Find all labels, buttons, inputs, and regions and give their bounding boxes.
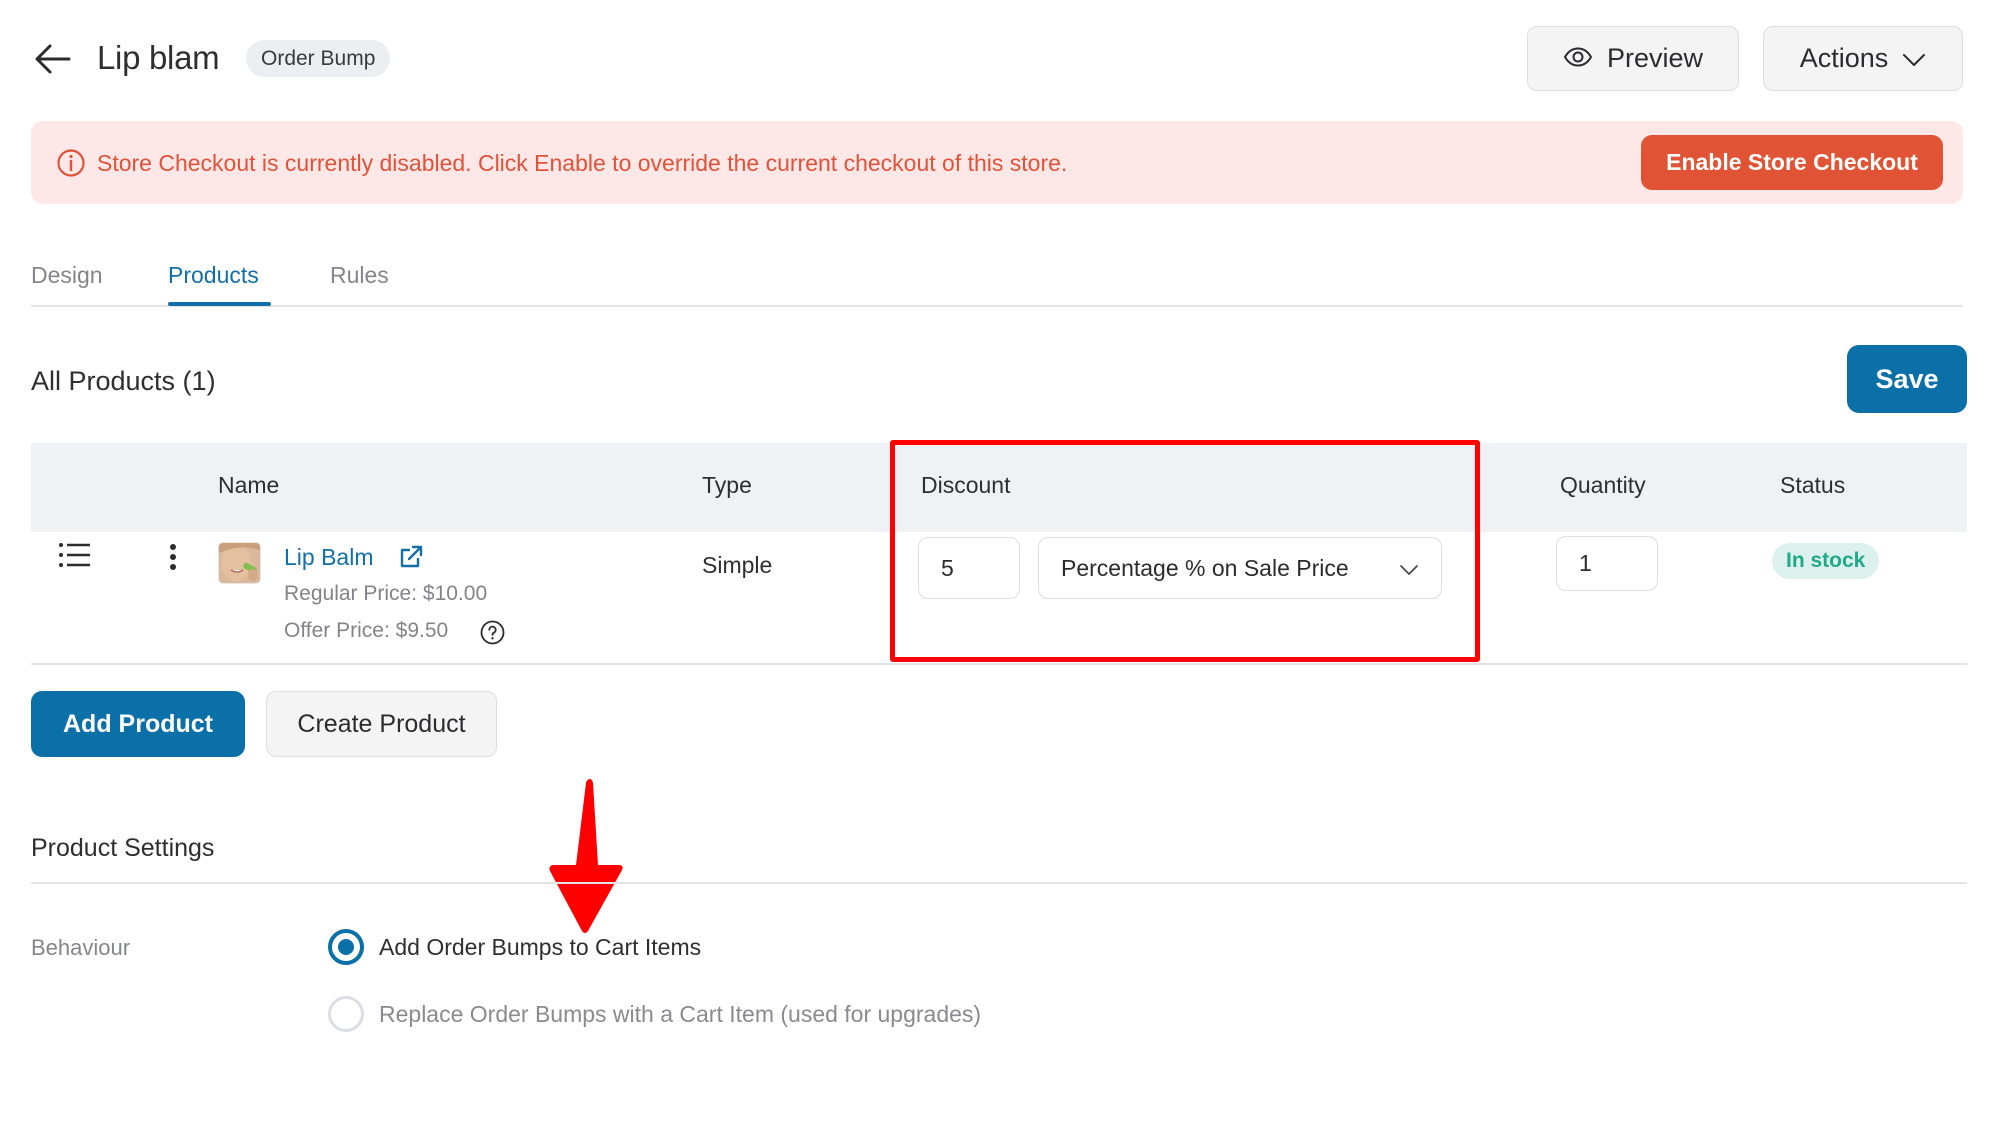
preview-button[interactable]: Preview bbox=[1527, 26, 1739, 91]
radio-label-add-to-cart-items[interactable]: Add Order Bumps to Cart Items bbox=[379, 932, 701, 962]
column-header-quantity: Quantity bbox=[1560, 472, 1646, 498]
tabs-divider bbox=[31, 305, 1963, 307]
chevron-down-icon bbox=[1902, 43, 1926, 74]
type-badge: Order Bump bbox=[246, 40, 391, 77]
status-badge: In stock bbox=[1772, 543, 1880, 579]
add-product-button[interactable]: Add Product bbox=[31, 691, 245, 757]
tab-design[interactable]: Design bbox=[31, 260, 103, 290]
quantity-input[interactable]: 1 bbox=[1556, 536, 1658, 591]
enable-store-checkout-button[interactable]: Enable Store Checkout bbox=[1641, 135, 1943, 190]
more-options-icon[interactable] bbox=[166, 543, 180, 571]
tab-products[interactable]: Products bbox=[168, 260, 259, 290]
help-circle-icon[interactable] bbox=[480, 620, 505, 645]
preview-label: Preview bbox=[1606, 43, 1704, 73]
info-circle-icon bbox=[56, 148, 86, 178]
create-product-label: Create Product bbox=[297, 709, 466, 738]
product-type: Simple bbox=[702, 552, 773, 578]
row-divider bbox=[31, 663, 1967, 665]
discount-type-value: Percentage % on Sale Price bbox=[1061, 554, 1349, 581]
discount-value: 5 bbox=[941, 554, 954, 581]
behaviour-label: Behaviour bbox=[31, 935, 131, 960]
all-products-heading: All Products (1) bbox=[31, 366, 216, 396]
save-button[interactable]: Save bbox=[1847, 345, 1967, 413]
discount-value-input[interactable]: 5 bbox=[918, 537, 1020, 599]
regular-price: Regular Price: $10.00 bbox=[284, 582, 488, 605]
quantity-value: 1 bbox=[1579, 550, 1592, 576]
offer-price: Offer Price: $9.50 bbox=[284, 619, 449, 642]
external-link-icon[interactable] bbox=[398, 544, 424, 570]
drag-handle-icon[interactable] bbox=[58, 542, 92, 568]
actions-dropdown-button[interactable]: Actions bbox=[1763, 26, 1963, 91]
discount-type-select[interactable]: Percentage % on Sale Price bbox=[1038, 537, 1442, 599]
product-name-link[interactable]: Lip Balm bbox=[284, 542, 373, 572]
product-thumbnail bbox=[218, 542, 261, 584]
radio-label-replace-with-cart-item[interactable]: Replace Order Bumps with a Cart Item (us… bbox=[379, 999, 981, 1029]
page-title: Lip blam bbox=[97, 39, 220, 76]
column-header-type: Type bbox=[702, 472, 752, 498]
back-arrow-icon[interactable] bbox=[33, 42, 73, 76]
radio-add-to-cart-items[interactable] bbox=[328, 929, 364, 965]
create-product-button[interactable]: Create Product bbox=[266, 691, 497, 757]
eye-icon bbox=[1563, 43, 1593, 74]
settings-divider bbox=[31, 882, 1967, 884]
actions-label: Actions bbox=[1799, 43, 1889, 73]
product-settings-heading: Product Settings bbox=[31, 834, 215, 862]
tab-rules[interactable]: Rules bbox=[330, 260, 389, 290]
column-header-discount: Discount bbox=[921, 472, 1011, 498]
annotation-arrow-icon bbox=[540, 775, 630, 940]
chevron-down-icon bbox=[1399, 555, 1419, 582]
radio-replace-with-cart-item[interactable] bbox=[328, 996, 364, 1032]
column-header-name: Name bbox=[218, 472, 280, 498]
column-header-status: Status bbox=[1780, 472, 1846, 498]
banner-message: Store Checkout is currently disabled. Cl… bbox=[97, 150, 1068, 176]
active-tab-indicator bbox=[168, 302, 271, 306]
